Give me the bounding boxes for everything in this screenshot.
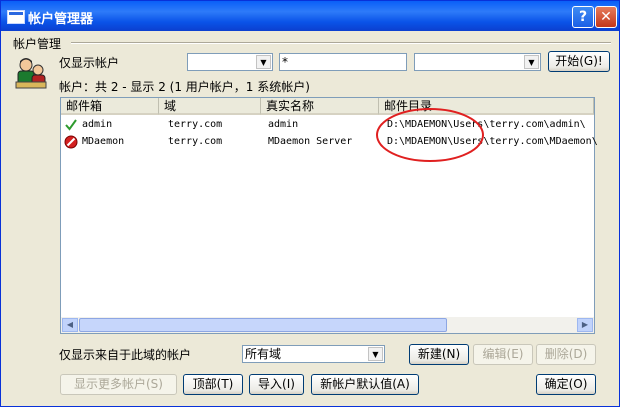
top-button[interactable]: 顶部(T) <box>183 374 243 395</box>
row-realname: admin <box>268 119 299 130</box>
window-title: 帐户管理器 <box>28 12 94 27</box>
system-account-icon <box>64 135 78 149</box>
row-domain: terry.com <box>168 136 223 147</box>
scroll-right-icon[interactable]: ▶ <box>577 318 593 332</box>
edit-button[interactable]: 编辑(E) <box>473 344 533 365</box>
show-more-accounts-button[interactable]: 显示更多帐户(S) <box>60 374 177 395</box>
domain-select[interactable]: 所有域 ▼ <box>242 345 385 363</box>
title-bar[interactable]: 帐户管理器 ? ✕ <box>1 1 619 31</box>
group-divider <box>71 42 611 44</box>
start-button[interactable]: 开始(G)! <box>548 51 610 72</box>
users-icon <box>15 58 47 89</box>
account-filter-input[interactable]: * <box>279 53 407 71</box>
window-icon <box>7 10 25 24</box>
column-header-realname[interactable]: 真实名称 <box>261 98 379 115</box>
account-summary: 帐户：共 2 - 显示 2 (1 用户帐户，1 系统帐户) <box>59 80 310 94</box>
scrollbar-thumb[interactable] <box>79 318 447 332</box>
ok-button[interactable]: 确定(O) <box>536 374 596 395</box>
domain-filter-label: 仅显示来自于此域的帐户 <box>59 348 192 362</box>
table-row[interactable]: MDaemon terry.com MDaemon Server D:\MDAE… <box>61 134 598 150</box>
column-header-mailbox[interactable]: 邮件箱 <box>61 98 159 115</box>
account-list[interactable]: 邮件箱 域 真实名称 邮件目录 admin terry.com admin D:… <box>60 97 598 334</box>
check-icon <box>65 119 77 131</box>
column-header-domain[interactable]: 域 <box>159 98 261 115</box>
chevron-down-icon[interactable]: ▼ <box>368 347 383 361</box>
domain-select-value: 所有域 <box>245 347 282 361</box>
horizontal-scrollbar[interactable]: ◀ ▶ <box>61 317 594 333</box>
chevron-down-icon[interactable]: ▼ <box>256 55 271 69</box>
row-mailbox: MDaemon <box>82 136 125 147</box>
row-realname: MDaemon Server <box>268 136 353 147</box>
close-button[interactable]: ✕ <box>595 6 617 28</box>
account-type-dropdown[interactable]: ▼ <box>187 53 273 71</box>
scroll-left-icon[interactable]: ◀ <box>62 318 78 332</box>
chevron-down-icon[interactable]: ▼ <box>524 55 539 69</box>
new-button[interactable]: 新建(N) <box>409 344 469 365</box>
table-row[interactable]: admin terry.com admin D:\MDAEMON\Users\t… <box>61 117 594 133</box>
account-manager-window: 帐户管理器 ? ✕ 帐户管理 仅显示帐户 ▼ * ▼ 开始(G)! 帐户：共 2… <box>0 0 620 407</box>
domain-filter-dropdown[interactable]: ▼ <box>414 53 541 71</box>
new-account-defaults-button[interactable]: 新帐户默认值(A) <box>311 374 419 395</box>
annotation-circle <box>376 108 484 162</box>
import-button[interactable]: 导入(I) <box>249 374 304 395</box>
row-mailbox: admin <box>82 119 113 130</box>
delete-button[interactable]: 删除(D) <box>536 344 596 365</box>
row-domain: terry.com <box>168 119 223 130</box>
group-label: 帐户管理 <box>13 37 62 51</box>
filter-label: 仅显示帐户 <box>59 56 120 70</box>
help-button[interactable]: ? <box>572 6 594 28</box>
